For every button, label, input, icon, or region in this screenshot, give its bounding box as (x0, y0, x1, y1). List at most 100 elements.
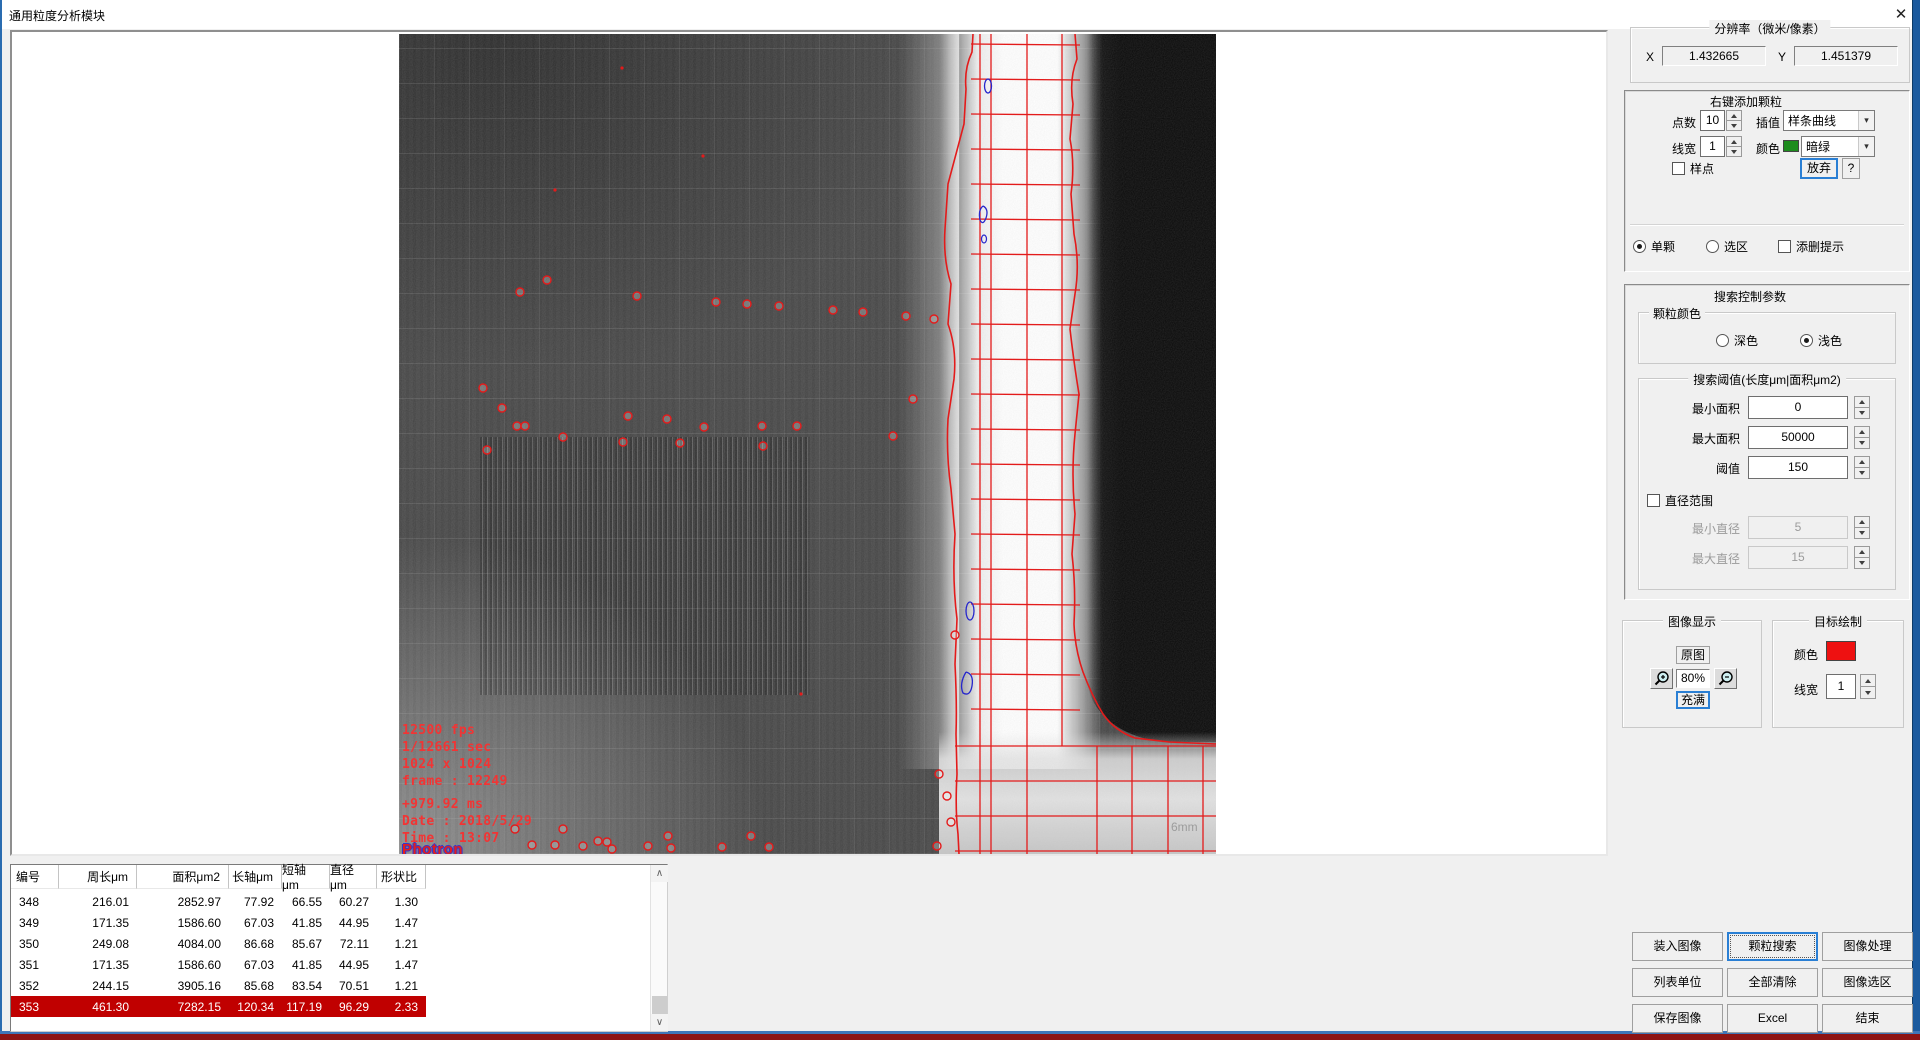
resolution-x-field: 1.432665 (1662, 46, 1766, 66)
search-params-title: 搜索控制参数 (1714, 288, 1786, 305)
interp-dropdown[interactable]: 样条曲线 ▾ (1783, 110, 1875, 131)
mode-region-radio[interactable]: 选区 (1706, 238, 1748, 255)
max-diameter-spinner[interactable] (1854, 546, 1870, 569)
column-header[interactable]: 长轴μm (229, 865, 282, 889)
sample-points-label: 样点 (1690, 160, 1714, 177)
target-linewidth-label: 线宽 (1794, 681, 1818, 698)
table-row[interactable]: 348216.012852.9777.9266.5560.271.30 (11, 891, 426, 912)
camera-info-line: frame : 12249 (402, 773, 532, 790)
help-button[interactable]: ? (1842, 158, 1860, 179)
column-header[interactable]: 短轴μm (282, 865, 330, 889)
column-header[interactable]: 编号 (11, 865, 59, 889)
points-input[interactable]: 10 (1700, 110, 1725, 131)
table-row[interactable]: 351171.351586.6067.0341.8544.951.47 (11, 954, 426, 975)
particle-analysis-window: { "window": { "title": "通用粒度分析模块", "clos… (0, 0, 1920, 1040)
table-cell: 41.85 (282, 954, 330, 975)
scroll-up-icon[interactable]: ∧ (651, 865, 668, 882)
scrollbar-thumb[interactable] (652, 996, 667, 1014)
diameter-range-checkbox[interactable]: 直径范围 (1647, 492, 1713, 509)
min-diameter-input: 5 (1748, 516, 1848, 539)
resolution-x-label: X (1646, 50, 1654, 64)
zoom-in-button[interactable] (1650, 668, 1673, 689)
table-cell: 60.27 (330, 891, 377, 912)
target-linewidth-spinner[interactable] (1860, 674, 1876, 699)
list-units-button[interactable]: 列表单位 (1632, 968, 1723, 997)
camera-info-overlay: 12500 fps1/12661 sec1024 x 1024frame : 1… (402, 722, 532, 847)
light-color-radio[interactable]: 浅色 (1800, 332, 1842, 349)
table-row[interactable]: 350249.084084.0086.6885.6772.111.21 (11, 933, 426, 954)
max-area-label: 最大面积 (1692, 430, 1740, 447)
max-diameter-label: 最大直径 (1692, 550, 1740, 567)
table-cell: 349 (11, 912, 59, 933)
column-header[interactable]: 直径μm (330, 865, 377, 889)
table-cell: 1.21 (377, 933, 426, 954)
fit-button[interactable]: 充满 (1676, 691, 1710, 709)
close-button[interactable]: ✕ (1888, 3, 1914, 26)
diameter-range-label: 直径范围 (1665, 492, 1713, 509)
table-cell: 352 (11, 975, 59, 996)
min-diameter-label: 最小直径 (1692, 520, 1740, 537)
threshold-label: 阈值 (1716, 460, 1740, 477)
target-color-swatch[interactable] (1826, 641, 1856, 661)
pen-linewidth-label: 线宽 (1672, 140, 1696, 157)
table-row[interactable]: 353461.307282.15120.34117.1996.292.33 (11, 996, 426, 1017)
analysis-image[interactable]: 12500 fps1/12661 sec1024 x 1024frame : 1… (399, 34, 1216, 854)
discard-button[interactable]: 放弃 (1800, 158, 1838, 179)
points-spinner[interactable] (1726, 110, 1742, 131)
pen-color-swatch[interactable] (1783, 140, 1799, 152)
load-image-button[interactable]: 装入图像 (1632, 932, 1723, 961)
table-cell: 117.19 (282, 996, 330, 1017)
table-cell: 67.03 (229, 954, 282, 975)
zoom-out-button[interactable] (1714, 668, 1737, 689)
table-cell: 1586.60 (137, 912, 229, 933)
save-image-button[interactable]: 保存图像 (1632, 1004, 1723, 1033)
table-body: 348216.012852.9777.9266.5560.271.3034917… (11, 891, 651, 1017)
column-header[interactable]: 面积μm2 (137, 865, 229, 889)
table-cell: 86.68 (229, 933, 282, 954)
results-table: 编号周长μm面积μm2长轴μm短轴μm直径μm形状比 348216.012852… (10, 864, 668, 1032)
table-cell: 216.01 (59, 891, 137, 912)
max-area-spinner[interactable] (1854, 426, 1870, 449)
window-border-right (1912, 0, 1920, 1040)
original-size-button[interactable]: 原图 (1676, 646, 1710, 664)
table-row[interactable]: 352244.153905.1685.6883.5470.511.21 (11, 975, 426, 996)
table-cell: 2852.97 (137, 891, 229, 912)
table-cell: 350 (11, 933, 59, 954)
excel-button[interactable]: Excel (1727, 1004, 1818, 1033)
min-area-spinner[interactable] (1854, 396, 1870, 419)
pen-linewidth-input[interactable]: 1 (1700, 136, 1725, 157)
threshold-spinner[interactable] (1854, 456, 1870, 479)
chevron-down-icon: ▾ (1858, 111, 1874, 130)
mode-single-radio[interactable]: 单颗 (1633, 238, 1675, 255)
end-button[interactable]: 结束 (1822, 1004, 1913, 1033)
target-linewidth-input[interactable]: 1 (1826, 674, 1856, 699)
dark-color-radio[interactable]: 深色 (1716, 332, 1758, 349)
add-delete-hint-checkbox[interactable]: 添删提示 (1778, 238, 1844, 255)
image-region-button[interactable]: 图像选区 (1822, 968, 1913, 997)
table-cell: 461.30 (59, 996, 137, 1017)
points-label: 点数 (1672, 114, 1696, 131)
photron-brand: Photron (402, 841, 463, 854)
min-diameter-spinner[interactable] (1854, 516, 1870, 539)
sample-points-checkbox[interactable]: 样点 (1672, 160, 1714, 177)
table-cell: 244.15 (59, 975, 137, 996)
particle-search-button[interactable]: 颗粒搜索 (1727, 932, 1818, 961)
column-header[interactable]: 周长μm (59, 865, 137, 889)
threshold-input[interactable]: 150 (1748, 456, 1848, 479)
scroll-down-icon[interactable]: ∨ (651, 1014, 668, 1031)
table-cell: 3905.16 (137, 975, 229, 996)
camera-info-line: 12500 fps (402, 722, 532, 739)
interp-value: 样条曲线 (1784, 112, 1858, 129)
pen-linewidth-spinner[interactable] (1726, 136, 1742, 157)
table-cell: 348 (11, 891, 59, 912)
column-header[interactable]: 形状比 (377, 865, 426, 889)
table-row[interactable]: 349171.351586.6067.0341.8544.951.47 (11, 912, 426, 933)
camera-info-line: Date : 2018/5/29 (402, 813, 532, 830)
pen-color-dropdown[interactable]: 暗绿 ▾ (1801, 136, 1875, 157)
image-process-button[interactable]: 图像处理 (1822, 932, 1913, 961)
table-scrollbar[interactable]: ∧ ∨ (650, 865, 667, 1031)
add-delete-hint-label: 添删提示 (1796, 238, 1844, 255)
max-area-input[interactable]: 50000 (1748, 426, 1848, 449)
min-area-input[interactable]: 0 (1748, 396, 1848, 419)
clear-all-button[interactable]: 全部清除 (1727, 968, 1818, 997)
